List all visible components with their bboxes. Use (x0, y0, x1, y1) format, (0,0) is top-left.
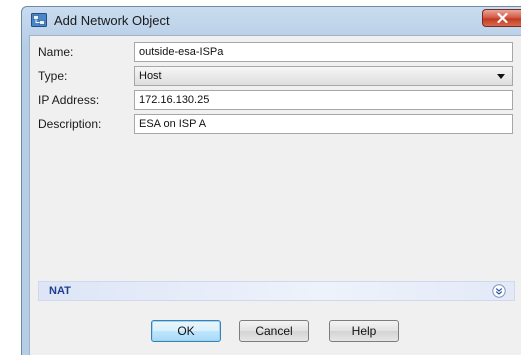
name-label: Name: (38, 45, 74, 59)
dialog-body: Name: outside-esa-ISPa Type: Host IP Add… (29, 35, 521, 355)
close-button[interactable] (482, 9, 521, 27)
name-input[interactable]: outside-esa-ISPa (134, 42, 513, 62)
add-network-object-dialog: Add Network Object Name: outside-esa-ISP… (21, 6, 521, 355)
type-select-value: Host (139, 70, 162, 82)
dialog-title: Add Network Object (54, 13, 170, 28)
cancel-button[interactable]: Cancel (239, 320, 309, 342)
nat-label: NAT (49, 285, 71, 297)
ok-button[interactable]: OK (151, 320, 221, 342)
type-label: Type: (38, 69, 68, 83)
expand-chevron-icon[interactable] (492, 284, 506, 298)
type-select[interactable]: Host (134, 66, 513, 86)
nat-section-header[interactable]: NAT (38, 281, 515, 301)
network-object-icon (31, 13, 47, 27)
chevron-down-icon (497, 74, 505, 79)
close-icon (497, 13, 508, 23)
description-label: Description: (38, 117, 102, 131)
title-bar[interactable]: Add Network Object (22, 7, 521, 35)
ip-address-label: IP Address: (38, 93, 100, 107)
description-input[interactable]: ESA on ISP A (134, 114, 513, 134)
ip-address-input[interactable]: 172.16.130.25 (134, 90, 513, 110)
help-button[interactable]: Help (329, 320, 399, 342)
